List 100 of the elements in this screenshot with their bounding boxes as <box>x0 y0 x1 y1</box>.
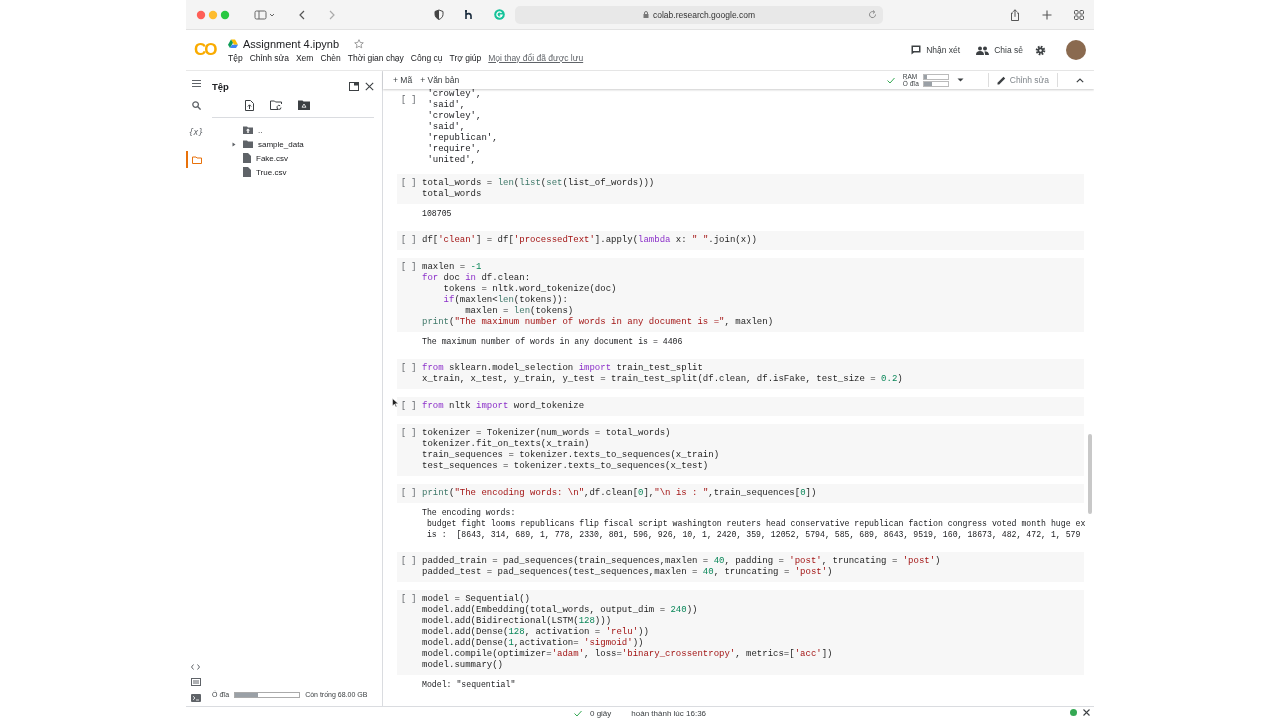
add-text-button[interactable]: + Văn bản <box>420 75 460 85</box>
code-line: df['clean'] = df['processedText'].apply(lambda x: " ".join(x)) <box>422 235 757 246</box>
run-cell-button[interactable]: [ ] <box>397 556 422 578</box>
comment-button[interactable]: Nhận xét <box>907 42 965 58</box>
code-line: print("The maximum number of words in any document is =", maxlen) <box>422 317 774 328</box>
output-line: is : [8643, 314, 689, 1, 778, 2330, 801, 596, 926, 10, 1, 2420, 359, 12052, 5794, 585, 689, 8643, 9519, 160, 18673, 482, 472, 1, 579 <box>425 529 1082 540</box>
back-icon[interactable] <box>298 9 306 20</box>
terminal-icon[interactable] <box>191 694 201 702</box>
menu-item[interactable]: Thời gian chạy <box>347 52 404 63</box>
code-line: model.add(Dense(128, activation = 'relu')) <box>422 627 650 638</box>
code-line: maxlen = len(tokens) <box>464 306 575 317</box>
folder-icon <box>243 140 253 148</box>
tab-overview-icon[interactable] <box>1074 9 1084 20</box>
output-line: 'republican', <box>426 133 498 144</box>
code-line: maxlen = -1 <box>422 262 483 273</box>
run-cell-button[interactable]: [ ] <box>397 363 422 385</box>
output-line: 'said', <box>426 122 467 133</box>
panel-title: Tệp <box>212 80 230 92</box>
output-line: 108705 <box>422 208 453 219</box>
code-line: model.summary() <box>422 660 504 671</box>
open-in-window-icon[interactable] <box>349 81 359 91</box>
run-cell-button[interactable]: [ ] <box>397 262 422 328</box>
code-line: for doc in df.clean: <box>422 273 532 284</box>
output-line: 'crowley', <box>426 89 483 100</box>
share-icon[interactable] <box>1010 8 1020 21</box>
menu-item[interactable]: Tệp <box>228 52 243 63</box>
code-line: if(maxlen<len(tokens)): <box>442 295 569 306</box>
menu-item[interactable]: Chỉnh sửa <box>249 52 289 63</box>
code-line: from nltk import word_tokenize <box>422 401 585 412</box>
caret-right-icon[interactable] <box>232 141 236 147</box>
code-line: total_words = len(list(set(list_of_words))) <box>422 178 655 189</box>
chevron-up-icon[interactable] <box>1076 77 1084 83</box>
file-name[interactable]: sample_data <box>258 139 304 149</box>
run-cell-button[interactable]: [ ] <box>397 488 422 499</box>
run-cell-button[interactable]: [ ] <box>397 594 422 671</box>
upload-file-icon[interactable] <box>245 100 254 111</box>
form-icon[interactable] <box>191 678 201 686</box>
edit-button[interactable]: Chỉnh sửa <box>996 75 1049 85</box>
notebook-title[interactable]: Assignment 4.ipynb <box>243 37 339 50</box>
code-icon[interactable] <box>191 664 200 670</box>
refresh-folder-icon[interactable] <box>270 100 282 110</box>
share-button[interactable]: Chia sẻ <box>972 42 1027 58</box>
extension-icon[interactable] <box>464 9 474 20</box>
menu-item[interactable]: Xem <box>295 52 314 63</box>
code-line: tokenizer = Tokenizer(num_words = total_words) <box>422 428 672 439</box>
new-tab-icon[interactable] <box>1042 9 1052 20</box>
drive-folder-icon[interactable] <box>298 100 310 110</box>
menu-item[interactable]: Trợ giúp <box>449 52 482 63</box>
code-line: padded_test = pad_sequences(test_sequences,maxlen = 40, truncating = 'post') <box>422 567 834 578</box>
code-line: x_train, x_test, y_train, y_test = train_test_split(df.clean, df.isFake, test_size = 0.2) <box>422 374 903 385</box>
sidebar-toggle-icon[interactable] <box>254 9 276 20</box>
add-code-button[interactable]: + Mã <box>393 75 413 85</box>
folder-up-icon <box>243 126 253 134</box>
output-line: 'crowley', <box>426 111 483 122</box>
save-status-link[interactable]: Mọi thay đổi đã được lưu <box>488 52 584 63</box>
settings-icon[interactable] <box>1035 44 1046 56</box>
run-cell-button[interactable]: [ ] <box>397 235 422 246</box>
avatar[interactable] <box>1066 40 1086 60</box>
code-line: test_sequences = tokenizer.texts_to_sequences(x_test) <box>422 461 710 472</box>
run-cell-button[interactable]: [ ] <box>397 428 422 472</box>
file-name[interactable]: Fake.csv <box>256 153 288 163</box>
run-cell-button[interactable]: [ ] <box>397 89 422 166</box>
output-line: budget fight looms republicans flip fiscal script washington reuters head conservative republican faction congress voted month huge ex <box>425 518 1087 529</box>
people-icon <box>976 45 990 55</box>
caret-down-icon[interactable] <box>956 78 964 82</box>
run-cell-button[interactable]: [ ] <box>397 401 422 412</box>
code-line: print("The encoding words: \n",df.clean[0],"\n is : ",train_sequences[0]) <box>422 488 817 499</box>
variables-tab[interactable]: {x} <box>186 124 206 141</box>
pencil-icon <box>996 75 1006 85</box>
comment-icon <box>911 45 922 55</box>
file-name[interactable]: True.csv <box>256 167 287 177</box>
output-line: 'said', <box>426 100 467 111</box>
code-line: padded_train = pad_sequences(train_sequences,maxlen = 40, padding = 'post', truncating = 'post') <box>422 556 941 567</box>
close-icon[interactable] <box>1083 709 1090 716</box>
code-line: model = Sequential() <box>422 594 532 605</box>
output-line: The encoding words: <box>422 507 517 518</box>
star-icon[interactable] <box>354 38 364 49</box>
file-name[interactable]: .. <box>258 125 263 135</box>
url-field[interactable]: colab.research.google.com <box>515 5 883 24</box>
output-line: 'require', <box>426 144 483 155</box>
code-line: tokens = nltk.word_tokenize(doc) <box>442 284 618 295</box>
menu-icon[interactable] <box>191 80 201 87</box>
code-line: total_words <box>422 189 483 200</box>
code-line: model.add(Embedding(total_words, output_dim = 240)) <box>422 605 699 616</box>
menu-item[interactable]: Công cụ <box>410 52 443 63</box>
run-cell-button[interactable]: [ ] <box>397 178 422 200</box>
code-line: from sklearn.model_selection import train_test_split <box>422 363 704 374</box>
code-line: tokenizer.fit_on_texts(x_train) <box>422 439 591 450</box>
output-line: The maximum number of words in any document is = 4406 <box>422 336 684 347</box>
output-line: Model: "sequential" <box>422 679 517 690</box>
code-line: model.compile(optimizer='adam', loss='binary_crossentropy', metrics=['acc']) <box>422 649 833 660</box>
menu-item[interactable]: Chèn <box>320 52 341 63</box>
shield-icon[interactable] <box>434 9 444 20</box>
close-icon[interactable] <box>365 81 374 91</box>
scrollbar-thumb[interactable] <box>1088 434 1092 514</box>
code-line: model.add(Bidirectional(LSTM(128))) <box>422 616 613 627</box>
run-finished-time: hoàn thành lúc 16:36 <box>631 709 707 718</box>
lock-icon <box>642 11 649 18</box>
run-duration: 0 giây <box>589 709 612 718</box>
code-line: train_sequences = tokenizer.texts_to_sequences(x_train) <box>422 450 720 461</box>
